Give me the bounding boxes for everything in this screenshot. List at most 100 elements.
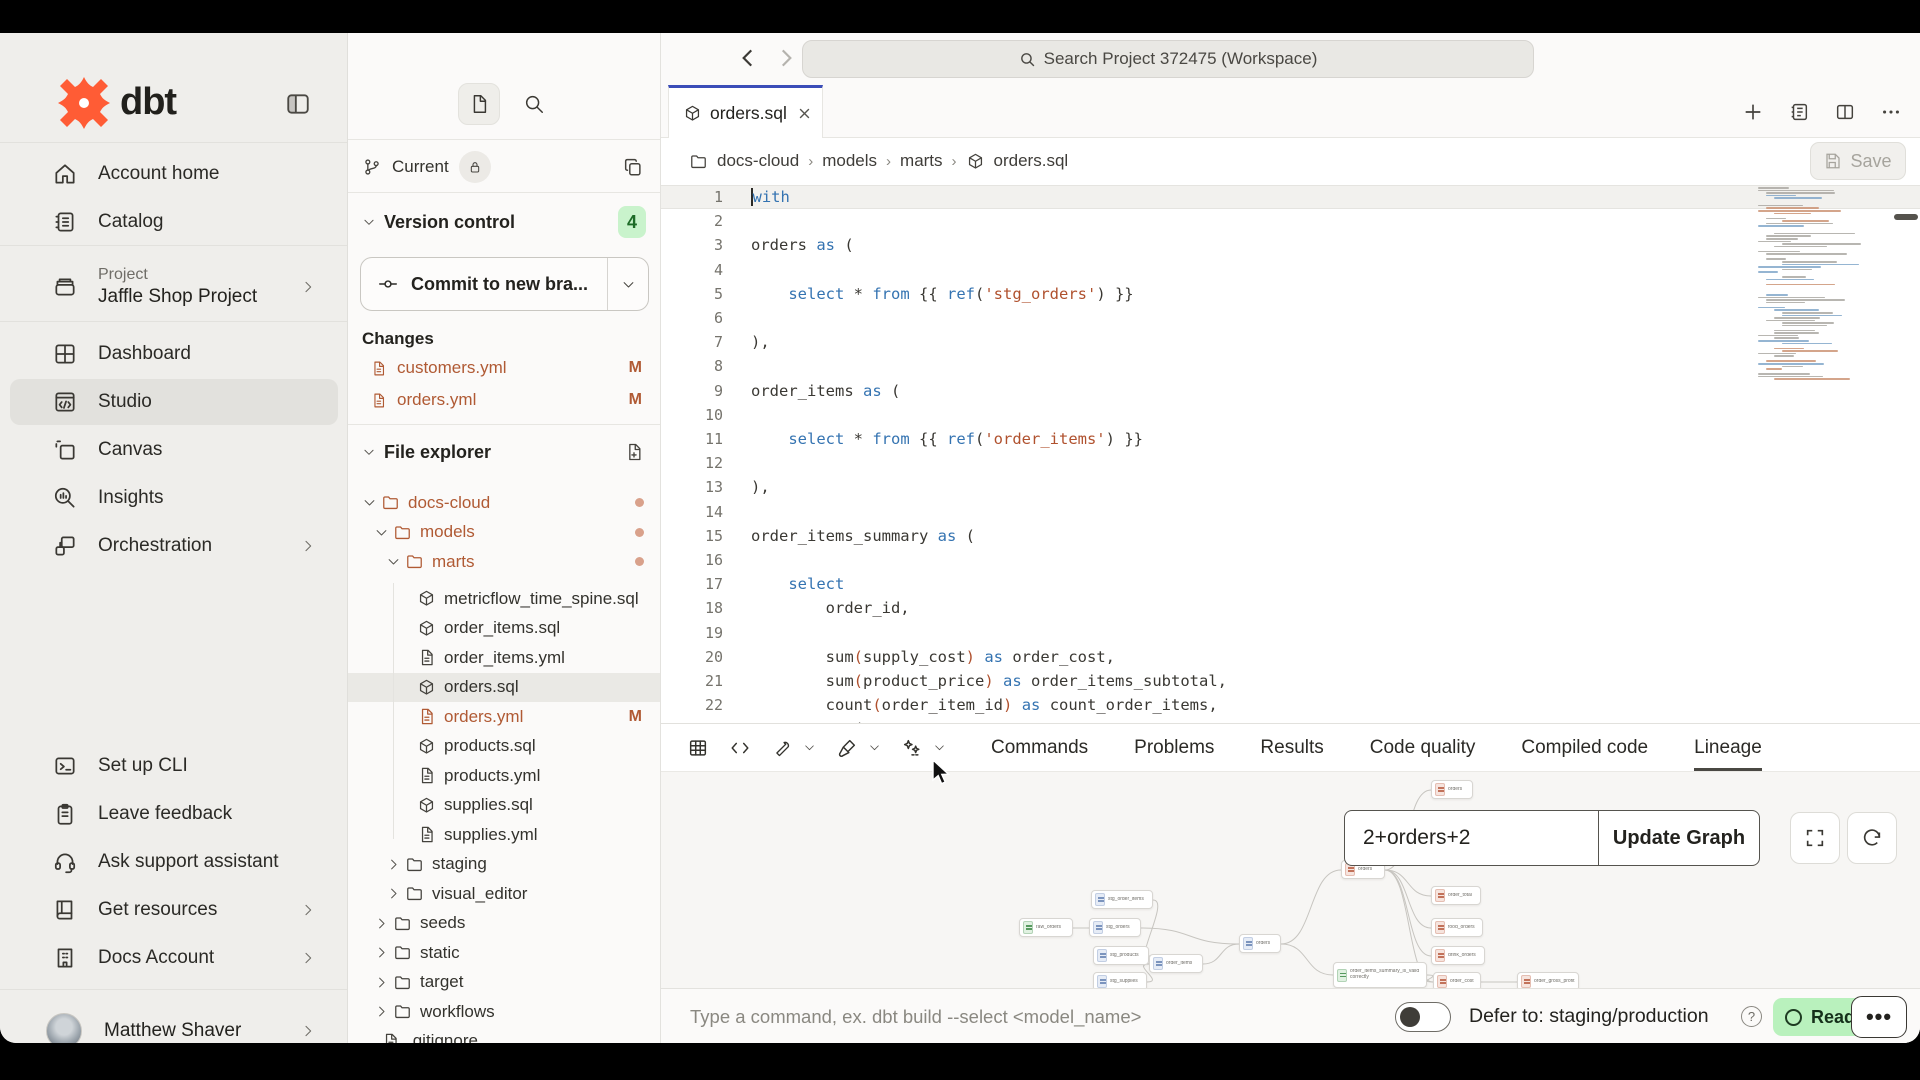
lineage-canvas[interactable]: raw_orders stg_order_items stg_orders stg_p…: [661, 771, 1920, 989]
code-line-1[interactable]: 1with: [661, 185, 1920, 209]
sidebar-item-leave-feedback[interactable]: Leave feedback: [10, 791, 338, 837]
command-input[interactable]: Type a command, ex. dbt build --select <…: [690, 989, 1141, 1043]
panel-tab-lineage[interactable]: Lineage: [1694, 724, 1762, 771]
code-line-14[interactable]: 14: [661, 500, 1920, 524]
code-line-18[interactable]: 18 order_id,: [661, 596, 1920, 620]
sidebar-item-studio[interactable]: Studio: [10, 379, 338, 425]
sidebar-item-ask-support[interactable]: Ask support assistant: [10, 839, 338, 885]
commit-button[interactable]: Commit to new bra...: [360, 257, 649, 311]
branch-row[interactable]: Current: [348, 141, 660, 193]
code-line-17[interactable]: 17 select: [661, 572, 1920, 596]
chevron-down-icon[interactable]: [933, 741, 946, 754]
file-explorer-header[interactable]: File explorer: [348, 435, 660, 469]
lineage-node-order_items[interactable]: order_items: [1149, 954, 1203, 973]
more-options-icon[interactable]: [1880, 101, 1902, 123]
panel-tab-code-quality[interactable]: Code quality: [1370, 724, 1476, 771]
code-line-7[interactable]: 7),: [661, 330, 1920, 354]
code-line-10[interactable]: 10: [661, 403, 1920, 427]
tree-item-order-items-sql[interactable]: order_items.sql: [348, 614, 660, 644]
search-files-button[interactable]: [513, 83, 555, 125]
tree-item-order-items-yml[interactable]: order_items.yml: [348, 643, 660, 673]
code-line-13[interactable]: 13),: [661, 475, 1920, 499]
lineage-node-order_total[interactable]: order_total: [1431, 886, 1481, 905]
sidebar-item-setup-cli[interactable]: Set up CLI: [10, 743, 338, 789]
tree-item-seeds[interactable]: seeds: [348, 909, 660, 939]
changed-file-row[interactable]: orders.ymlM: [348, 385, 660, 415]
tree-item-marts[interactable]: marts: [348, 547, 660, 577]
editor-scrollbar-thumb[interactable]: [1894, 214, 1918, 220]
version-control-header[interactable]: Version control 4: [348, 205, 660, 239]
sidebar-item-orchestration[interactable]: Orchestration: [10, 523, 338, 569]
sidebar-item-canvas[interactable]: Canvas: [10, 427, 338, 473]
wrench-tool-icon[interactable]: [771, 737, 793, 759]
code-line-3[interactable]: 3orders as (: [661, 233, 1920, 257]
breadcrumb-item[interactable]: docs-cloud: [717, 151, 799, 171]
tree-item-products-sql[interactable]: products.sql: [348, 732, 660, 762]
new-file-icon[interactable]: [624, 442, 644, 462]
breadcrumb-item[interactable]: marts: [900, 151, 943, 171]
code-line-21[interactable]: 21 sum(product_price) as order_items_sub…: [661, 669, 1920, 693]
lineage-fullscreen-button[interactable]: [1790, 812, 1840, 864]
update-graph-button[interactable]: Update Graph: [1598, 810, 1760, 866]
tree-item-metricflow-time-spine-sql[interactable]: metricflow_time_spine.sql: [348, 584, 660, 614]
tree-item-docs-cloud[interactable]: docs-cloud: [348, 488, 660, 518]
chevron-down-icon[interactable]: [803, 741, 816, 754]
sparkle-tool-icon[interactable]: [901, 737, 923, 759]
code-line-19[interactable]: 19: [661, 621, 1920, 645]
sidebar-user-row[interactable]: Matthew Shaver: [10, 1005, 338, 1043]
tree-item-visual-editor[interactable]: visual_editor: [348, 879, 660, 909]
tree-item-supplies-yml[interactable]: supplies.yml: [348, 820, 660, 850]
code-line-2[interactable]: 2: [661, 209, 1920, 233]
code-line-5[interactable]: 5 select * from {{ ref('stg_orders') }}: [661, 282, 1920, 306]
lineage-node-stg_products[interactable]: stg_products: [1093, 946, 1149, 965]
lineage-refresh-button[interactable]: [1847, 812, 1897, 864]
close-tab-icon[interactable]: [797, 106, 812, 121]
lineage-node-orders_top[interactable]: orders: [1431, 780, 1473, 799]
sidebar-item-docs-account[interactable]: Docs Account: [10, 935, 338, 981]
help-icon[interactable]: ?: [1741, 1006, 1762, 1027]
breadcrumb-item[interactable]: models: [822, 151, 877, 171]
commit-options-caret[interactable]: [608, 277, 648, 292]
editor-minimap[interactable]: [1758, 187, 1876, 382]
panel-tab-commands[interactable]: Commands: [991, 724, 1088, 771]
code-line-15[interactable]: 15order_items_summary as (: [661, 524, 1920, 548]
lineage-node-order_gross_profit[interactable]: order_gross_profit: [1517, 972, 1579, 989]
sidebar-item-account-home[interactable]: Account home: [10, 151, 338, 197]
lineage-node-stg_order_items[interactable]: stg_order_items: [1091, 890, 1153, 909]
defer-toggle[interactable]: [1395, 1002, 1451, 1032]
brush-tool-icon[interactable]: [836, 737, 858, 759]
tree-item-static[interactable]: static: [348, 938, 660, 968]
tree-item-models[interactable]: models: [348, 518, 660, 548]
tree-item-orders-yml[interactable]: orders.ymlM: [348, 702, 660, 732]
breadcrumb-item[interactable]: orders.sql: [994, 151, 1069, 171]
lineage-node-raw_orders[interactable]: raw_orders: [1019, 918, 1073, 937]
code-line-4[interactable]: 4: [661, 258, 1920, 282]
forward-arrow-button[interactable]: [773, 45, 799, 71]
tree-item--gitignore[interactable]: .gitignore: [348, 1027, 660, 1044]
code-line-12[interactable]: 12: [661, 451, 1920, 475]
new-tab-plus-icon[interactable]: [1742, 101, 1764, 123]
code-editor[interactable]: 1with23orders as (45 select * from {{ re…: [661, 184, 1920, 723]
code-tool-icon[interactable]: [729, 737, 751, 759]
files-view-button[interactable]: [458, 83, 500, 125]
panel-tab-results[interactable]: Results: [1260, 724, 1323, 771]
panel-tab-problems[interactable]: Problems: [1134, 724, 1214, 771]
code-line-16[interactable]: 16: [661, 548, 1920, 572]
tree-item-products-yml[interactable]: products.yml: [348, 761, 660, 791]
sidebar-item-project[interactable]: Project Jaffle Shop Project: [10, 255, 338, 319]
table-tool-icon[interactable]: [687, 737, 709, 759]
lineage-node-stg_orders[interactable]: stg_orders: [1089, 918, 1141, 937]
code-line-8[interactable]: 8: [661, 354, 1920, 378]
tree-item-supplies-sql[interactable]: supplies.sql: [348, 791, 660, 821]
tab-orders-sql[interactable]: orders.sql: [668, 85, 823, 138]
outline-icon[interactable]: [1788, 101, 1810, 123]
tree-item-workflows[interactable]: workflows: [348, 997, 660, 1027]
sidebar-item-insights[interactable]: Insights: [10, 475, 338, 521]
save-button[interactable]: Save: [1810, 142, 1906, 180]
workspace-search-bar[interactable]: Search Project 372475 (Workspace): [802, 40, 1534, 78]
status-more-button[interactable]: •••: [1851, 996, 1907, 1038]
panel-tab-compiled-code[interactable]: Compiled code: [1521, 724, 1648, 771]
code-line-20[interactable]: 20 sum(supply_cost) as order_cost,: [661, 645, 1920, 669]
changed-file-row[interactable]: customers.ymlM: [348, 353, 660, 383]
lineage-node-summary_test[interactable]: order_items_summary_is_valid correctly: [1333, 962, 1427, 988]
